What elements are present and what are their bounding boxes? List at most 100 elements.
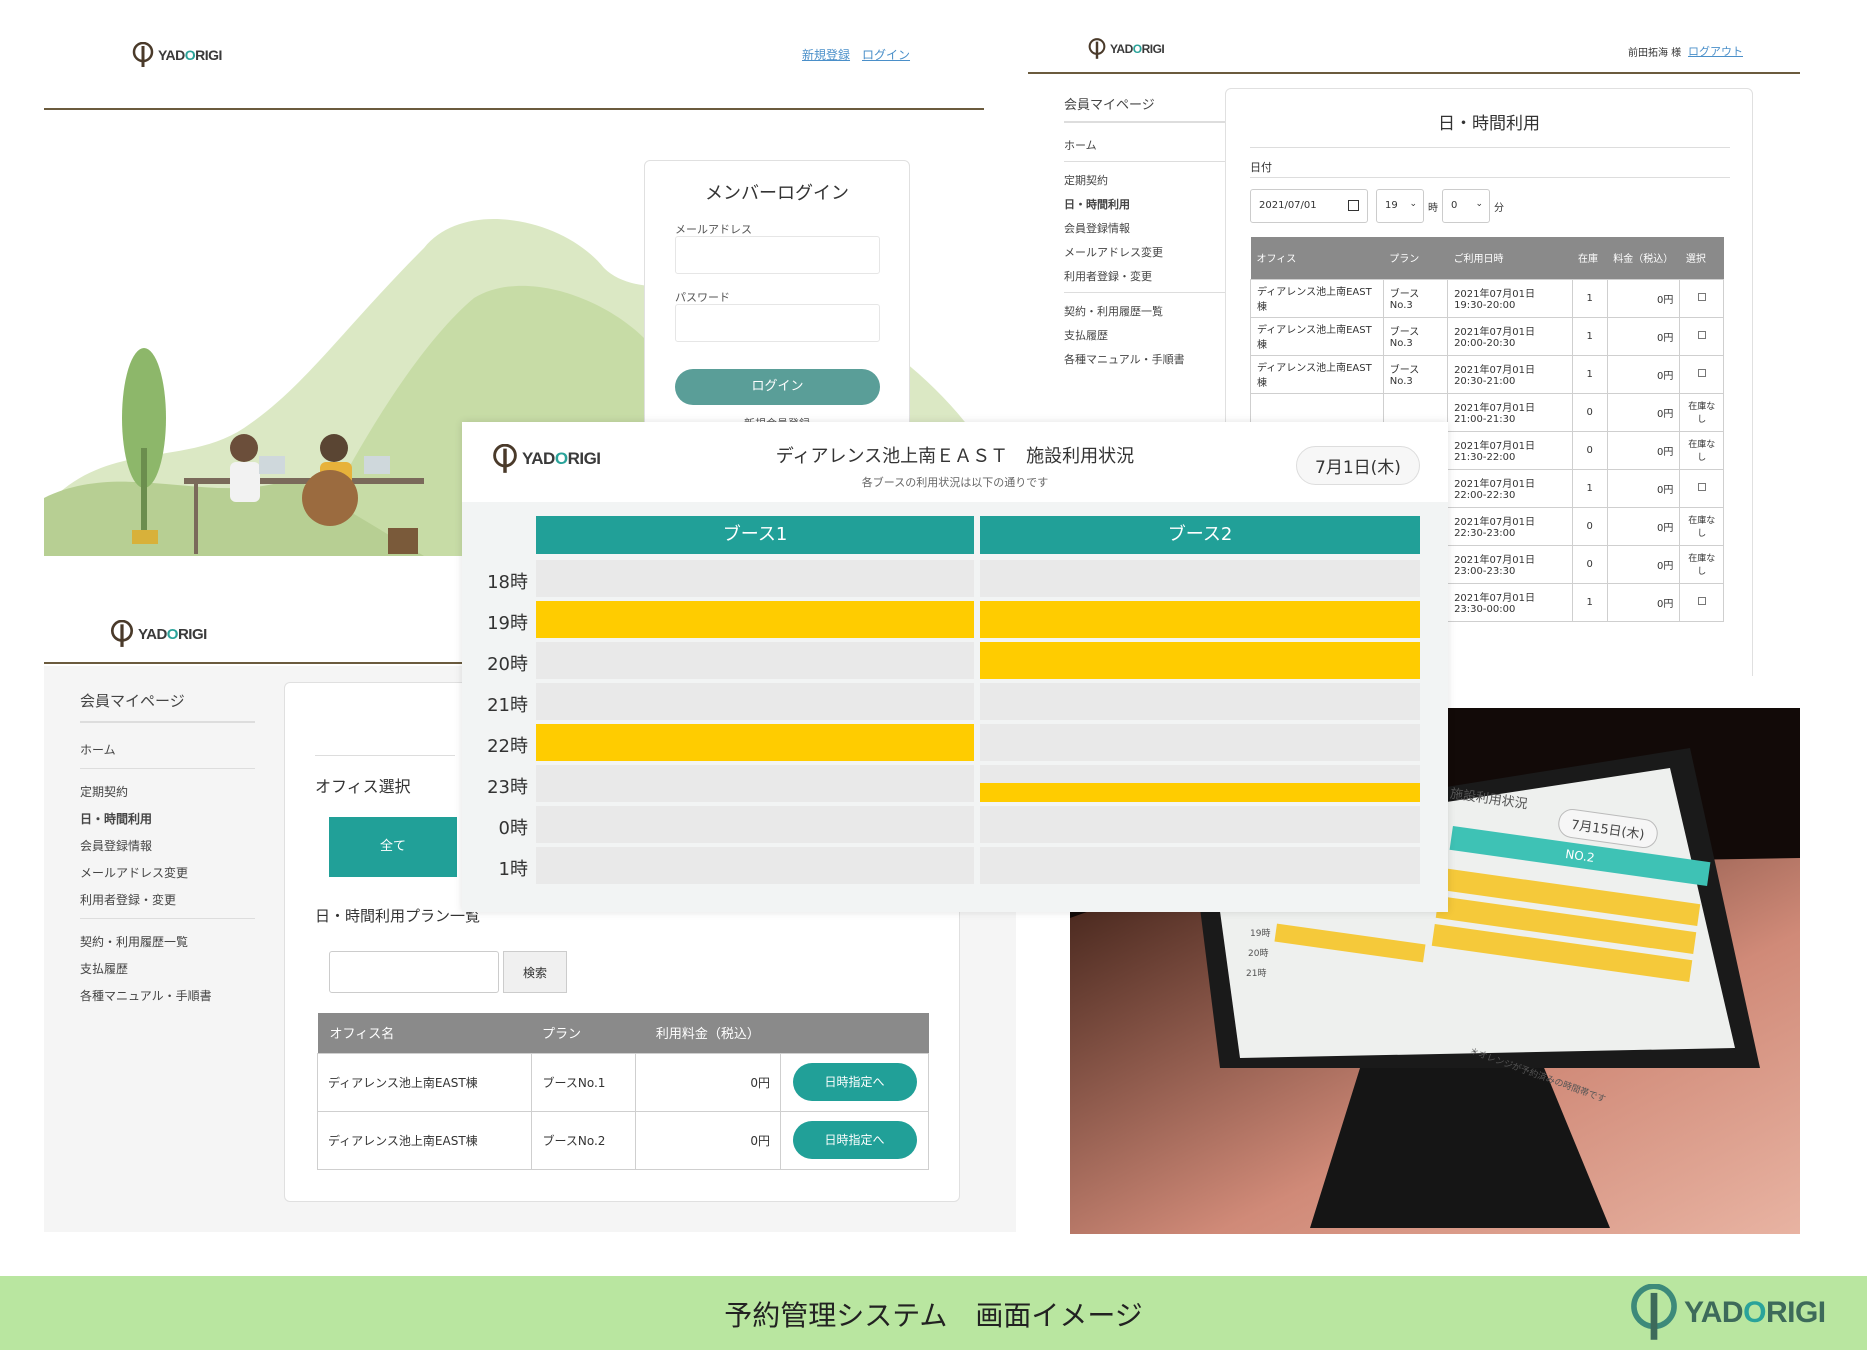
logout-link[interactable]: ログアウト bbox=[1688, 43, 1743, 59]
hour-label: 1時 bbox=[498, 859, 528, 880]
hour-unit: 時 bbox=[1428, 203, 1438, 214]
stock-cell: 0 bbox=[1571, 392, 1608, 432]
chevron-down-icon: ⌄ bbox=[1475, 199, 1483, 209]
select-cell[interactable] bbox=[1679, 354, 1724, 394]
table-row: ディアレンス池上南EAST棟 ブースNo.1 0円 日時指定へ bbox=[316, 1052, 929, 1112]
signup-nav-link[interactable]: 新規登録 bbox=[802, 46, 850, 63]
table-row: ディアレンス池上南EAST棟 ブースNo.3 2021年07月01日 20:30-2… bbox=[1250, 354, 1724, 394]
hour-value: 19 bbox=[1385, 200, 1398, 211]
tree-logo-icon bbox=[110, 620, 134, 647]
out-of-stock-label: 在庫なし bbox=[1688, 516, 1716, 539]
datetime-cell: 2021年07月01日 23:00-23:30 bbox=[1447, 544, 1573, 584]
sidebar-item-user-register[interactable]: 利用者登録・変更 bbox=[80, 891, 255, 919]
time-slot bbox=[536, 560, 974, 597]
stock-cell: 0 bbox=[1571, 544, 1608, 584]
office-cell: ディアレンス池上南EAST棟 bbox=[316, 1110, 533, 1170]
sidebar-item-hourly[interactable]: 日・時間利用 bbox=[1064, 196, 1229, 212]
table-row: ディアレンス池上南EAST棟 ブースNo.3 2021年07月01日 19:30-2… bbox=[1250, 278, 1724, 318]
time-slot bbox=[980, 683, 1420, 720]
date-input[interactable]: 2021/07/01 bbox=[1250, 189, 1368, 223]
logo: YADORIGI bbox=[132, 42, 222, 68]
hour-label: 18時 bbox=[487, 572, 528, 593]
logo: YADORIGI bbox=[1088, 38, 1165, 60]
price-cell: 0円 bbox=[635, 1110, 782, 1170]
sidebar-item-contract[interactable]: 定期契約 bbox=[1064, 172, 1229, 188]
action-cell: 日時指定へ bbox=[780, 1110, 929, 1170]
datetime-select-button[interactable]: 日時指定へ bbox=[792, 1063, 917, 1101]
hour-select[interactable]: 19 ⌄ bbox=[1376, 189, 1424, 223]
select-checkbox[interactable] bbox=[1697, 368, 1706, 377]
office-cell: ディアレンス池上南EAST棟 bbox=[1250, 278, 1384, 318]
price-cell: 0円 bbox=[1606, 392, 1681, 432]
tree-logo-icon bbox=[1631, 1284, 1677, 1340]
select-checkbox[interactable] bbox=[1697, 482, 1706, 491]
hour-label: 20時 bbox=[487, 654, 528, 675]
table-row: ディアレンス池上南EAST棟 ブースNo.3 2021年07月01日 20:00-2… bbox=[1250, 316, 1724, 356]
select-checkbox[interactable] bbox=[1697, 292, 1706, 301]
time-slot bbox=[536, 683, 974, 720]
tree-logo-icon bbox=[1088, 38, 1106, 59]
hour-label: 22時 bbox=[487, 736, 528, 757]
login-button[interactable]: ログイン bbox=[675, 369, 880, 405]
time-slot bbox=[536, 765, 974, 802]
price-cell: 0円 bbox=[1606, 278, 1681, 318]
hour-label: 0時 bbox=[498, 818, 528, 839]
col-action bbox=[780, 1013, 929, 1053]
select-cell[interactable]: 在庫なし bbox=[1679, 544, 1724, 584]
booked-slot bbox=[980, 783, 1420, 802]
sidebar-item-member-info[interactable]: 会員登録情報 bbox=[1064, 220, 1229, 236]
time-slot bbox=[536, 806, 974, 843]
select-cell[interactable] bbox=[1679, 316, 1724, 356]
login-nav-link[interactable]: ログイン bbox=[862, 46, 910, 63]
plan-table: オフィス名 プラン 利用料金（税込） ディアレンス池上南EAST棟 ブースNo.1… bbox=[316, 1013, 929, 1170]
time-slot bbox=[980, 724, 1420, 761]
col-plan: プラン bbox=[1383, 237, 1448, 279]
sidebar-item-hourly[interactable]: 日・時間利用 bbox=[80, 810, 255, 827]
price-cell: 0円 bbox=[635, 1052, 782, 1112]
email-field[interactable] bbox=[675, 236, 880, 274]
datetime-select-button[interactable]: 日時指定へ bbox=[792, 1121, 917, 1159]
search-input[interactable] bbox=[329, 951, 499, 993]
select-checkbox[interactable] bbox=[1697, 596, 1706, 605]
sidebar-item-email-change[interactable]: メールアドレス変更 bbox=[80, 864, 255, 881]
select-cell[interactable]: 在庫なし bbox=[1679, 506, 1724, 546]
sidebar-item-home[interactable]: ホーム bbox=[1064, 137, 1229, 162]
hour-label: 19時 bbox=[487, 613, 528, 634]
col-plan: プラン bbox=[531, 1013, 636, 1053]
select-checkbox[interactable] bbox=[1697, 330, 1706, 339]
email-label: メールアドレス bbox=[675, 223, 752, 236]
select-cell[interactable] bbox=[1679, 468, 1724, 508]
hour-label: 21時 bbox=[487, 695, 528, 716]
footer-caption: 予約管理システム 画面イメージ bbox=[724, 1299, 1143, 1332]
sidebar-item-user-register[interactable]: 利用者登録・変更 bbox=[1064, 268, 1229, 293]
password-field[interactable] bbox=[675, 304, 880, 342]
office-cell: ディアレンス池上南EAST棟 bbox=[316, 1052, 533, 1112]
sidebar-item-contract[interactable]: 定期契約 bbox=[80, 783, 255, 800]
sidebar-item-payments[interactable]: 支払履歴 bbox=[1064, 327, 1229, 343]
price-cell: 0円 bbox=[1606, 430, 1681, 470]
sidebar-item-manuals[interactable]: 各種マニュアル・手順書 bbox=[1064, 351, 1229, 367]
logo: YADORIGI bbox=[110, 620, 207, 648]
select-cell[interactable] bbox=[1679, 582, 1724, 622]
sidebar-item-home[interactable]: ホーム bbox=[80, 741, 255, 769]
sidebar-item-history[interactable]: 契約・利用履歴一覧 bbox=[1064, 303, 1229, 319]
password-label: パスワード bbox=[675, 291, 730, 304]
stock-cell: 1 bbox=[1571, 316, 1608, 356]
sidebar-item-payments[interactable]: 支払履歴 bbox=[80, 960, 255, 977]
sidebar-item-manuals[interactable]: 各種マニュアル・手順書 bbox=[80, 987, 255, 1004]
sidebar-item-member-info[interactable]: 会員登録情報 bbox=[80, 837, 255, 854]
sidebar-item-history[interactable]: 契約・利用履歴一覧 bbox=[80, 933, 255, 950]
plan-cell: ブースNo.2 bbox=[531, 1110, 637, 1170]
select-cell[interactable] bbox=[1679, 278, 1724, 318]
sidebar-item-email-change[interactable]: メールアドレス変更 bbox=[1064, 244, 1229, 260]
price-cell: 0円 bbox=[1606, 354, 1681, 394]
search-button[interactable]: 検索 bbox=[503, 951, 567, 993]
col-price: 料金（税込） bbox=[1607, 237, 1680, 279]
select-cell[interactable]: 在庫なし bbox=[1679, 430, 1724, 470]
photo-hour-label: 21時 bbox=[1246, 969, 1267, 979]
select-cell[interactable]: 在庫なし bbox=[1679, 392, 1724, 432]
stock-cell: 0 bbox=[1571, 506, 1608, 546]
col-stock: 在庫 bbox=[1572, 237, 1608, 279]
all-button[interactable]: 全て bbox=[329, 817, 457, 877]
minute-select[interactable]: 0 ⌄ bbox=[1442, 189, 1490, 223]
